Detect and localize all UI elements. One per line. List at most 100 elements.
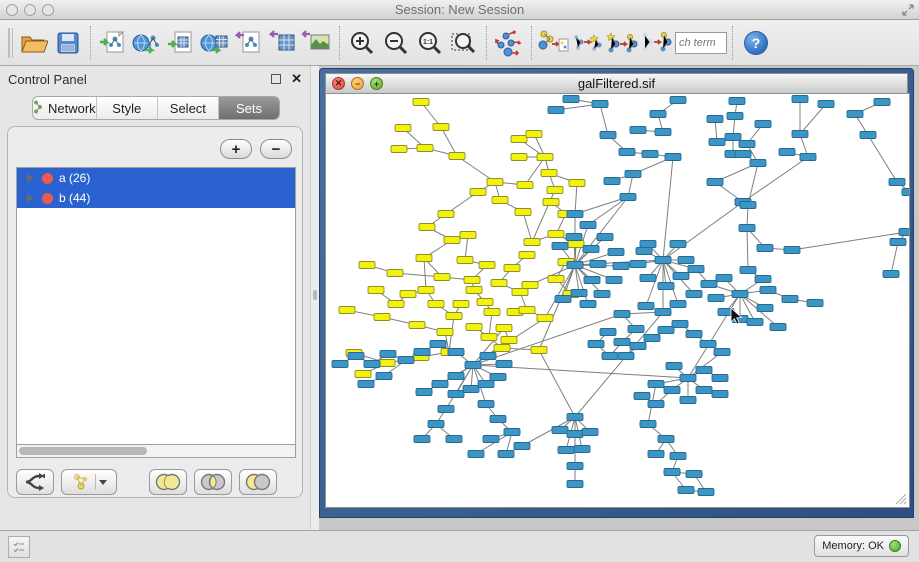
graph-edge[interactable] (891, 242, 898, 274)
graph-node[interactable] (642, 151, 658, 158)
graph-node[interactable] (670, 453, 686, 460)
graph-node[interactable] (567, 463, 583, 470)
graph-node[interactable] (504, 265, 520, 272)
graph-edge[interactable] (663, 202, 743, 260)
graph-node[interactable] (648, 451, 664, 458)
graph-node[interactable] (395, 125, 411, 132)
graph-node[interactable] (625, 171, 641, 178)
graph-node[interactable] (628, 326, 644, 333)
graph-node[interactable] (428, 421, 444, 428)
graph-node[interactable] (531, 347, 547, 354)
graph-node[interactable] (477, 299, 493, 306)
graph-node[interactable] (428, 301, 444, 308)
graph-node[interactable] (709, 139, 725, 146)
zoom-1-1-icon[interactable]: 1:1 (413, 25, 447, 61)
graph-node[interactable] (466, 287, 482, 294)
graph-edge[interactable] (868, 135, 897, 182)
graph-node[interactable] (494, 345, 510, 352)
graph-node[interactable] (359, 262, 375, 269)
import-network-file-button[interactable] (96, 25, 130, 61)
graph-node[interactable] (614, 311, 630, 318)
graph-node[interactable] (567, 262, 583, 269)
graph-node[interactable] (590, 261, 606, 268)
add-set-button[interactable]: + (220, 139, 252, 159)
graph-node[interactable] (755, 121, 771, 128)
graph-node[interactable] (438, 211, 454, 218)
set-row-a[interactable]: a (26) (17, 168, 295, 188)
graph-node[interactable] (712, 391, 728, 398)
graph-node[interactable] (571, 290, 587, 297)
graph-node[interactable] (348, 353, 364, 360)
graph-node[interactable] (449, 153, 465, 160)
graph-edge[interactable] (747, 228, 748, 270)
graph-node[interactable] (680, 397, 696, 404)
graph-node[interactable] (541, 170, 557, 177)
graph-node[interactable] (391, 146, 407, 153)
graph-node[interactable] (779, 149, 795, 156)
export-network-button[interactable] (232, 25, 266, 61)
graph-node[interactable] (517, 182, 533, 189)
graph-node[interactable] (466, 324, 482, 331)
graph-node[interactable] (444, 237, 460, 244)
graph-node[interactable] (419, 224, 435, 231)
graph-node[interactable] (434, 274, 450, 281)
graph-node[interactable] (376, 373, 392, 380)
memory-status-button[interactable]: Memory: OK (814, 535, 909, 557)
graph-node[interactable] (664, 469, 680, 476)
graph-node[interactable] (592, 101, 608, 108)
scrollbar-thumb[interactable] (19, 447, 147, 455)
graph-node[interactable] (670, 97, 686, 104)
graph-node[interactable] (739, 225, 755, 232)
graph-node[interactable] (448, 391, 464, 398)
graph-edge[interactable] (424, 258, 426, 290)
graph-node[interactable] (567, 431, 583, 438)
graph-node[interactable] (537, 315, 553, 322)
graph-node[interactable] (678, 487, 694, 494)
graph-node[interactable] (374, 314, 390, 321)
graph-node[interactable] (446, 436, 462, 443)
graph-node[interactable] (655, 257, 671, 264)
graph-node[interactable] (512, 289, 528, 296)
expand-triangle-icon[interactable] (27, 174, 34, 182)
graph-node[interactable] (658, 327, 674, 334)
graph-node[interactable] (501, 337, 517, 344)
graph-node[interactable] (496, 361, 512, 368)
graph-edge[interactable] (600, 104, 608, 135)
graph-node[interactable] (792, 131, 808, 138)
graph-edge[interactable] (539, 350, 575, 417)
network-window-titlebar[interactable]: ✕ − + galFiltered.sif (325, 73, 908, 93)
graph-node[interactable] (555, 296, 571, 303)
graph-node[interactable] (680, 375, 696, 382)
graph-node[interactable] (902, 189, 909, 196)
graph-node[interactable] (648, 401, 664, 408)
graph-node[interactable] (597, 234, 613, 241)
graph-node[interactable] (567, 414, 583, 421)
graph-node[interactable] (479, 262, 495, 269)
graph-node[interactable] (750, 160, 766, 167)
graph-node[interactable] (735, 151, 751, 158)
graph-node[interactable] (416, 389, 432, 396)
graph-node[interactable] (514, 443, 530, 450)
graph-node[interactable] (552, 427, 568, 434)
sets-list[interactable]: a (26) b (44) (16, 167, 296, 445)
resize-grip-icon[interactable] (896, 494, 906, 504)
difference-sets-button[interactable] (239, 469, 277, 495)
graph-node[interactable] (847, 111, 863, 118)
graph-node[interactable] (655, 129, 671, 136)
split-sets-button[interactable] (16, 469, 54, 495)
graph-node[interactable] (568, 241, 584, 248)
graph-node[interactable] (604, 178, 620, 185)
graph-node[interactable] (465, 362, 481, 369)
graph-node[interactable] (548, 231, 564, 238)
graph-node[interactable] (727, 113, 743, 120)
graph-node[interactable] (552, 243, 568, 250)
graph-node[interactable] (664, 387, 680, 394)
graph-node[interactable] (784, 247, 800, 254)
graph-node[interactable] (890, 239, 906, 246)
graph-node[interactable] (782, 296, 798, 303)
graph-node[interactable] (484, 309, 500, 316)
expand-triangle-icon[interactable] (27, 194, 34, 202)
graph-node[interactable] (620, 194, 636, 201)
graph-node[interactable] (478, 401, 494, 408)
graph-node[interactable] (496, 325, 512, 332)
